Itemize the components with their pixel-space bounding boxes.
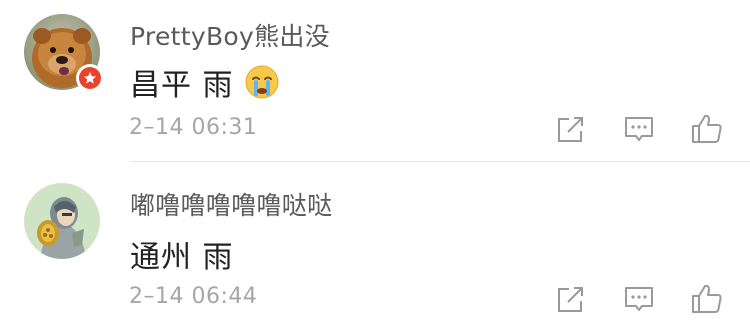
crying-face-emoji-icon (245, 65, 279, 99)
reply-button[interactable] (622, 112, 656, 146)
username[interactable]: PrettyBoy熊出没 (130, 17, 330, 53)
comment-content: 通州 雨 (130, 240, 234, 275)
reply-button[interactable] (622, 282, 656, 316)
comment-item: PrettyBoy熊出没 昌平 雨 2–14 06:31 (0, 0, 750, 162)
like-button[interactable] (690, 112, 724, 146)
thumbs-up-icon (692, 114, 722, 143)
like-button[interactable] (690, 282, 724, 316)
character-avatar-image (24, 183, 100, 259)
comment-actions (0, 282, 750, 316)
thumbs-up-icon (692, 284, 722, 313)
username[interactable]: 嘟噜噜噜噜噜哒哒 (130, 186, 332, 222)
comment-item: 嘟噜噜噜噜噜哒哒 通州 雨 2–14 06:44 (0, 160, 750, 320)
comment-actions (0, 112, 750, 146)
verified-badge (76, 64, 104, 92)
comment-text: 通州 雨 (130, 232, 234, 276)
avatar[interactable] (24, 183, 100, 259)
share-icon (558, 287, 583, 312)
star-icon (84, 72, 96, 84)
comment-icon (625, 117, 653, 141)
share-icon (558, 117, 583, 142)
comment-text: 昌平 雨 (130, 60, 280, 104)
share-button[interactable] (554, 112, 588, 146)
comment-icon (625, 287, 653, 311)
comment-content: 昌平 雨 (130, 68, 234, 103)
share-button[interactable] (554, 282, 588, 316)
